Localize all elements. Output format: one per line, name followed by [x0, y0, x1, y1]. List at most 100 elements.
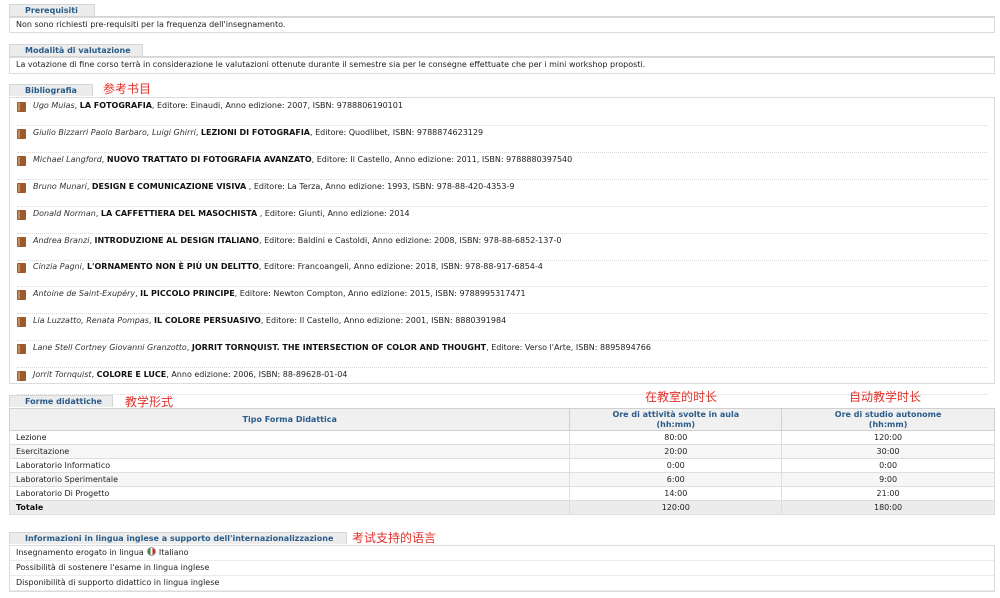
bibliography-item: Giulio Bizzarri Paolo Barbaro, Luigi Ghi… — [17, 126, 987, 153]
cell-tipo: Laboratorio Sperimentale — [8, 472, 571, 487]
tab-prerequisiti: Prerequisiti — [9, 4, 95, 16]
bibliography-details: , Editore: Einaudi, Anno edizione: 2007,… — [151, 101, 403, 110]
bibliography-item: Donald Norman, LA CAFFETTIERA DEL MASOCH… — [17, 207, 987, 234]
header-ore-autonome-label: Ore di studio autonome — [834, 409, 942, 419]
bibliography-title: LEZIONI DI FOTOGRAFIA — [200, 127, 310, 137]
bibliography-item: Jorrit Tornquist, COLORE E LUCE, Anno ed… — [17, 368, 987, 395]
lingua-row: Possibilità di sostenere l'esame in ling… — [10, 561, 994, 576]
tab-lingua-inglese: Informazioni in lingua inglese a support… — [9, 532, 347, 544]
bibliography-title: JORRIT TORNQUIST. THE INTERSECTION OF CO… — [191, 343, 487, 353]
header-ore-aula-unit: (hh:mm) — [656, 419, 696, 429]
bibliography-text: Andrea Branzi, INTRODUZIONE AL DESIGN IT… — [33, 235, 561, 247]
bibliography-details: , Editore: Giunti, Anno edizione: 2014 — [257, 208, 410, 218]
header-ore-autonome: Ore di studio autonome (hh:mm) — [781, 408, 995, 431]
bibliography-item: Michael Langford, NUOVO TRATTATO DI FOTO… — [17, 153, 987, 180]
table-row: Esercitazione 20:00 30:00 — [8, 444, 995, 459]
book-icon — [17, 236, 26, 247]
bibliography-text: Giulio Bizzarri Paolo Barbaro, Luigi Ghi… — [33, 127, 483, 139]
bibliography-authors: Cinzia Pagni — [33, 262, 82, 272]
cell-ore-aula: 0:00 — [569, 458, 783, 473]
tab-valutazione: Modalità di valutazione — [9, 44, 143, 56]
annotation-ore-autonome: 自动教学时长 — [849, 390, 922, 404]
cell-tipo: Esercitazione — [8, 444, 571, 459]
bibliography-text: Cinzia Pagni, L'ORNAMENTO NON È PIÙ UN D… — [33, 261, 543, 273]
cell-ore-aula: 14:00 — [569, 486, 783, 501]
bibliography-item: Ugo Mulas, LA FOTOGRAFIA, Editore: Einau… — [17, 99, 987, 126]
bibliography-details: , Editore: Verso l'Arte, ISBN: 889589476… — [486, 343, 651, 353]
cell-ore-autonome: 30:00 — [781, 444, 995, 459]
bibliography-authors: Antoine de Saint-Exupéry — [33, 289, 136, 299]
cell-total-autonome: 180:00 — [781, 500, 995, 515]
bibliography-authors: Jorrit Tornquist — [33, 370, 92, 379]
bibliography-details: , Editore: Baldini e Castoldi, Anno ediz… — [259, 235, 562, 245]
cell-tipo: Lezione — [8, 430, 571, 445]
italy-flag-icon — [146, 547, 156, 556]
header-ore-aula: Ore di attività svolte in aula (hh:mm) — [569, 408, 783, 431]
cell-ore-aula: 20:00 — [569, 444, 783, 459]
bibliografia-list: Ugo Mulas, LA FOTOGRAFIA, Editore: Einau… — [9, 97, 995, 395]
table-row: Laboratorio Informatico 0:00 0:00 — [8, 458, 995, 473]
cell-ore-autonome: 120:00 — [781, 430, 995, 445]
book-icon — [17, 102, 26, 112]
book-icon — [17, 371, 26, 381]
bibliography-authors: Lia Luzzatto, Renata Pompas — [33, 316, 149, 326]
table-row: Lezione 80:00 120:00 — [8, 430, 995, 445]
bibliography-item: Lane Stell Cortney Giovanni Granzotto, J… — [17, 341, 987, 369]
bibliography-text: Lia Luzzatto, Renata Pompas, IL COLORE P… — [33, 315, 506, 327]
bibliography-title: COLORE E LUCE — [96, 370, 167, 379]
bibliography-text: Ugo Mulas, LA FOTOGRAFIA, Editore: Einau… — [33, 100, 403, 112]
prerequisiti-text: Non sono richiesti pre-requisiti per la … — [9, 17, 995, 33]
book-icon — [17, 290, 26, 301]
bibliography-title: IL COLORE PERSUASIVO — [154, 316, 261, 326]
bibliography-details: , Editore: La Terza, Anno edizione: 1993… — [246, 181, 515, 191]
book-icon — [17, 155, 26, 166]
lingua-row: Insegnamento erogato in lingua Italiano — [10, 546, 994, 561]
valutazione-text: La votazione di fine corso terrà in cons… — [9, 57, 995, 74]
bibliography-text: Michael Langford, NUOVO TRATTATO DI FOTO… — [33, 154, 572, 166]
tab-bibliografia: Bibliografia — [9, 84, 93, 96]
bibliography-details: , Editore: Il Castello, Anno edizione: 2… — [260, 316, 507, 326]
table-row: Laboratorio Sperimentale 6:00 9:00 — [8, 472, 995, 487]
table-row-total: Totale 120:00 180:00 — [8, 500, 995, 515]
bibliography-text: Donald Norman, LA CAFFETTIERA DEL MASOCH… — [33, 208, 410, 220]
bibliography-authors: Donald Norman — [33, 208, 96, 218]
book-icon — [17, 344, 26, 355]
bibliography-details: , Editore: Quodlibet, ISBN: 978887462312… — [310, 127, 484, 137]
bibliography-title: DESIGN E COMUNICAZIONE VISIVA — [91, 181, 247, 191]
cell-ore-autonome: 9:00 — [781, 472, 995, 487]
bibliography-item: Bruno Munari, DESIGN E COMUNICAZIONE VIS… — [17, 180, 987, 207]
bibliography-authors: Michael Langford — [33, 154, 102, 164]
annotation-lingua: 考试支持的语言 — [352, 531, 437, 545]
bibliography-title: LA CAFFETTIERA DEL MASOCHISTA — [100, 208, 258, 218]
bibliography-text: Antoine de Saint-Exupéry, IL PICCOLO PRI… — [33, 288, 526, 300]
bibliography-details: , Editore: Francoangeli, Anno edizione: … — [258, 262, 543, 272]
bibliography-item: Lia Luzzatto, Renata Pompas, IL COLORE P… — [17, 314, 987, 342]
table-row: Laboratorio Di Progetto 14:00 21:00 — [8, 486, 995, 501]
annotation-ore-aula: 在教室的时长 — [645, 390, 718, 404]
header-ore-autonome-unit: (hh:mm) — [868, 419, 908, 429]
lingua-list: Insegnamento erogato in lingua Italiano Po… — [9, 545, 995, 592]
bibliography-text: Bruno Munari, DESIGN E COMUNICAZIONE VIS… — [33, 181, 514, 193]
bibliography-title: NUOVO TRATTATO DI FOTOGRAFIA AVANZATO — [106, 154, 312, 164]
book-icon — [17, 209, 26, 220]
forme-didattiche-table: Tipo Forma Didattica Ore di attività svo… — [8, 408, 995, 515]
bibliography-details: , Editore: Il Castello, Anno edizione: 2… — [311, 154, 573, 164]
bibliography-details: , Editore: Newton Compton, Anno edizione… — [234, 289, 526, 299]
cell-total-label: Totale — [8, 500, 571, 515]
book-icon — [17, 317, 26, 328]
lingua-label: Insegnamento erogato in lingua — [16, 548, 144, 557]
bibliography-details: , Anno edizione: 2006, ISBN: 88-89628-01… — [166, 370, 348, 379]
lingua-label: Disponibilità di supporto didattico in l… — [16, 578, 220, 587]
cell-tipo: Laboratorio Di Progetto — [8, 486, 571, 501]
bibliography-item: Antoine de Saint-Exupéry, IL PICCOLO PRI… — [17, 287, 987, 315]
bibliography-authors: Ugo Mulas — [33, 101, 75, 110]
annotation-bibliografia: 参考书目 — [103, 82, 152, 96]
header-tipo: Tipo Forma Didattica — [8, 408, 571, 431]
book-icon — [17, 182, 26, 193]
bibliography-title: INTRODUZIONE AL DESIGN ITALIANO — [94, 235, 260, 245]
cell-total-aula: 120:00 — [569, 500, 783, 515]
cell-ore-autonome: 21:00 — [781, 486, 995, 501]
bibliography-authors: Andrea Branzi — [33, 235, 90, 245]
bibliography-text: Jorrit Tornquist, COLORE E LUCE, Anno ed… — [33, 369, 347, 381]
book-icon — [17, 263, 26, 274]
